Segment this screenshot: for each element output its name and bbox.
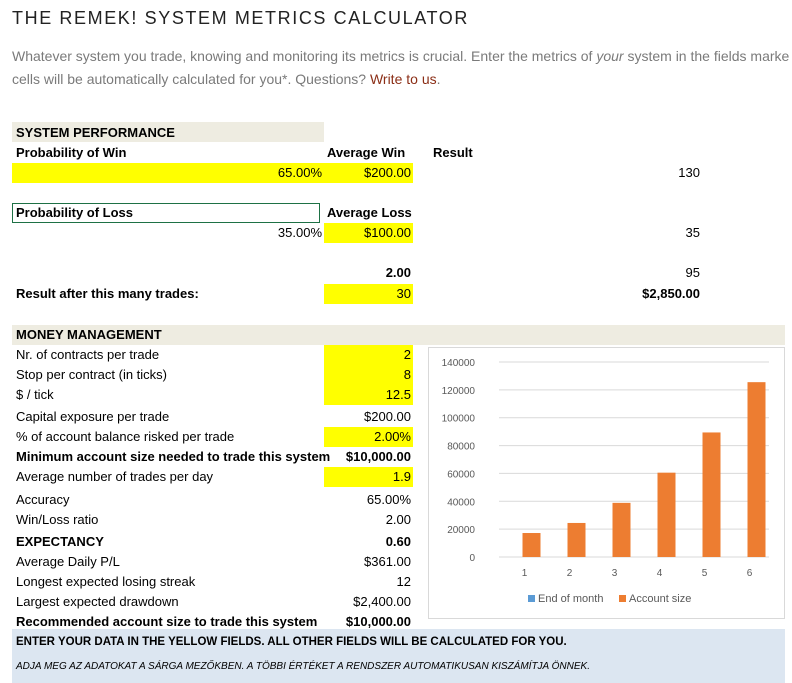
result-loss: 35 xyxy=(685,225,700,240)
mm-row-label: % of account balance risked per trade xyxy=(16,429,235,444)
account-size-bar xyxy=(567,522,586,557)
mm-row-label: Average number of trades per day xyxy=(16,469,214,484)
performance-header: SYSTEM PERFORMANCE xyxy=(16,125,175,140)
mm-row-value: 2.00 xyxy=(385,512,411,527)
mm-row-input[interactable]: 12.5 xyxy=(324,385,413,405)
mm-row-label: Average Daily P/L xyxy=(16,554,120,569)
mm-row-label: Longest expected losing streak xyxy=(16,574,196,589)
mm-row-label: Stop per contract (in ticks) xyxy=(16,367,167,382)
mm-row-label: Capital exposure per trade xyxy=(16,409,170,424)
prob-loss-value: 35.00% xyxy=(277,225,322,240)
mm-row-input[interactable]: 2.00% xyxy=(324,427,413,447)
mm-row-value: 65.00% xyxy=(366,492,411,507)
y-tick-label: 80000 xyxy=(447,442,475,453)
x-tick-label: 4 xyxy=(657,568,663,579)
legend-label-end-of-month: End of month xyxy=(538,593,603,605)
mm-row-label: Accuracy xyxy=(16,492,70,507)
y-tick-label: 20000 xyxy=(447,525,475,536)
result-win: 130 xyxy=(678,165,700,180)
money-header: MONEY MANAGEMENT xyxy=(16,327,162,342)
prob-win-input[interactable]: 65.00% xyxy=(12,163,324,183)
footer-instruction-en: ENTER YOUR DATA IN THE YELLOW FIELDS. AL… xyxy=(16,636,567,648)
mm-row-label: Win/Loss ratio xyxy=(16,512,99,527)
mm-row-value: $200.00 xyxy=(364,409,411,424)
intro-line-2: cells will be automatically calculated f… xyxy=(12,71,441,87)
account-size-bar xyxy=(747,382,766,557)
avg-loss-label: Average Loss xyxy=(327,205,412,220)
y-tick-label: 60000 xyxy=(447,469,475,480)
mm-row-label: Largest expected drawdown xyxy=(16,594,179,609)
mm-row-value: $361.00 xyxy=(364,554,411,569)
mm-row-value: $2,400.00 xyxy=(353,594,411,609)
page-title: THE REMEK! SYSTEM METRICS CALCULATOR xyxy=(12,8,469,28)
avg-win-input[interactable]: $200.00 xyxy=(324,163,413,183)
y-tick-label: 140000 xyxy=(442,358,476,369)
y-tick-label: 40000 xyxy=(447,497,475,508)
mm-row-label: $ / tick xyxy=(16,387,54,402)
account-size-bar xyxy=(612,502,631,557)
x-tick-label: 5 xyxy=(702,568,708,579)
mm-row-input[interactable]: 2 xyxy=(324,345,413,365)
avg-win-label: Average Win xyxy=(327,145,406,160)
intro-line-1: Whatever system you trade, knowing and m… xyxy=(12,48,790,64)
trades-result: $2,850.00 xyxy=(642,286,700,301)
prob-win-label: Probability of Win xyxy=(16,145,127,160)
mm-row-label: Minimum account size needed to trade thi… xyxy=(16,449,331,464)
trades-label: Result after this many trades: xyxy=(16,286,199,301)
x-tick-label: 1 xyxy=(522,568,528,579)
mm-row-label: Nr. of contracts per trade xyxy=(16,347,160,362)
legend-swatch-end-of-month xyxy=(528,595,535,602)
mm-row-label: EXPECTANCY xyxy=(16,534,104,549)
account-size-bar xyxy=(657,472,676,557)
account-size-bar xyxy=(522,533,541,557)
mm-row-input[interactable]: 1.9 xyxy=(324,467,413,487)
result-net: 95 xyxy=(685,265,700,280)
legend-swatch-account-size xyxy=(619,595,626,602)
avg-loss-input[interactable]: $100.00 xyxy=(324,223,413,243)
trades-input[interactable]: 30 xyxy=(324,284,413,304)
mm-row-input[interactable]: 8 xyxy=(324,365,413,385)
mm-row-value: 12 xyxy=(396,574,411,589)
footer-instruction-hu: ADJA MEG AZ ADATOKAT A SÁRGA MEZŐKBEN. A… xyxy=(16,661,590,672)
win-loss-ratio: 2.00 xyxy=(385,265,411,280)
legend-label-account-size: Account size xyxy=(629,593,691,605)
mm-row-value: 0.60 xyxy=(385,534,411,549)
y-tick-label: 0 xyxy=(469,553,475,564)
write-to-us-link[interactable]: Write to us xyxy=(370,71,437,87)
x-tick-label: 6 xyxy=(747,568,753,579)
account-size-bar xyxy=(702,432,721,557)
result-label: Result xyxy=(433,145,473,160)
x-tick-label: 2 xyxy=(567,568,573,579)
y-tick-label: 100000 xyxy=(442,414,476,425)
account-growth-chart: 0 20000 40000 60000 80000 100000 120000 140000 … xyxy=(428,347,785,619)
y-tick-label: 120000 xyxy=(442,386,476,397)
prob-loss-label[interactable]: Probability of Loss xyxy=(12,203,320,223)
mm-row-value: $10,000.00 xyxy=(345,449,411,464)
x-tick-label: 3 xyxy=(612,568,618,579)
chart-svg: 020000400006000080000100000120000140000 … xyxy=(442,358,769,605)
